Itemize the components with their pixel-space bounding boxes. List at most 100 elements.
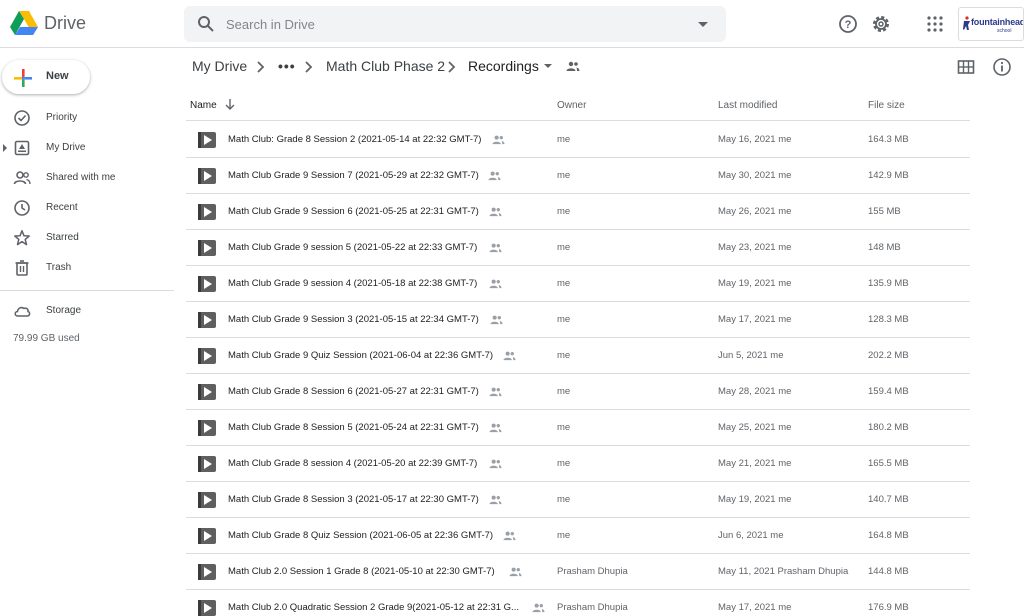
file-name[interactable]: Math Club Grade 8 Quiz Session (2021-06-…	[228, 530, 493, 541]
file-owner: me	[557, 206, 571, 217]
sidebar-item-label: My Drive	[46, 142, 86, 153]
file-name[interactable]: Math Club Grade 9 Quiz Session (2021-06-…	[228, 350, 493, 361]
table-row[interactable]: Math Club: Grade 8 Session 2 (2021-05-14…	[186, 122, 970, 158]
search-bar[interactable]	[184, 6, 726, 42]
file-name[interactable]: Math Club Grade 8 session 4 (2021-05-20 …	[228, 458, 477, 469]
file-owner: me	[557, 278, 571, 289]
my-drive-icon	[14, 140, 30, 156]
sidebar: New Priority My Drive Shared with me Rec…	[0, 48, 184, 616]
video-file-icon	[198, 240, 216, 256]
chevron-right-icon	[257, 61, 265, 73]
column-header-last-modified[interactable]: Last modified	[718, 100, 777, 111]
expand-arrow-icon[interactable]	[3, 144, 7, 152]
table-row[interactable]: Math Club Grade 8 Session 3 (2021-05-17 …	[186, 482, 970, 518]
settings-icon[interactable]	[871, 14, 891, 34]
file-name[interactable]: Math Club Grade 9 Session 6 (2021-05-25 …	[228, 206, 479, 217]
table-row[interactable]: Math Club Grade 9 session 4 (2021-05-18 …	[186, 266, 970, 302]
shared-people-icon	[503, 351, 516, 361]
new-button[interactable]: New	[2, 60, 90, 94]
file-last-modified: May 25, 2021 me	[718, 422, 792, 433]
table-row[interactable]: Math Club Grade 8 session 4 (2021-05-20 …	[186, 446, 970, 482]
file-size: 202.2 MB	[868, 350, 909, 361]
file-name[interactable]: Math Club Grade 8 Session 5 (2021-05-24 …	[228, 422, 479, 433]
folder-menu-dropdown-icon[interactable]	[544, 64, 552, 68]
search-input[interactable]	[226, 14, 666, 34]
info-icon[interactable]	[992, 57, 1012, 77]
file-name[interactable]: Math Club 2.0 Session 1 Grade 8 (2021-05…	[228, 566, 495, 577]
file-size: 159.4 MB	[868, 386, 909, 397]
breadcrumb-math-club-phase-2[interactable]: Math Club Phase 2	[326, 58, 445, 74]
video-file-icon	[198, 564, 216, 580]
file-owner: Prasham Dhupia	[557, 602, 628, 613]
file-size: 140.7 MB	[868, 494, 909, 505]
shared-people-icon	[489, 207, 502, 217]
breadcrumb-more-button[interactable]: •••	[278, 58, 296, 74]
table-row[interactable]: Math Club Grade 8 Session 6 (2021-05-27 …	[186, 374, 970, 410]
sidebar-item-starred[interactable]: Starred	[0, 225, 174, 251]
sidebar-item-recent[interactable]: Recent	[0, 195, 174, 221]
table-row[interactable]: Math Club Grade 9 Quiz Session (2021-06-…	[186, 338, 970, 374]
table-row[interactable]: Math Club Grade 8 Quiz Session (2021-06-…	[186, 518, 970, 554]
app-brand[interactable]: Drive	[44, 13, 86, 34]
sidebar-item-label: Priority	[46, 112, 78, 123]
video-file-icon	[198, 312, 216, 328]
shared-people-icon	[489, 243, 502, 253]
column-header-owner[interactable]: Owner	[557, 100, 586, 111]
video-file-icon	[198, 204, 216, 220]
file-last-modified: Jun 6, 2021 me	[718, 530, 784, 541]
file-name[interactable]: Math Club Grade 9 Session 3 (2021-05-15 …	[228, 314, 479, 325]
org-subname: school	[997, 28, 1012, 34]
breadcrumb-my-drive[interactable]: My Drive	[192, 58, 247, 74]
file-size: 148 MB	[868, 242, 901, 253]
file-name[interactable]: Math Club Grade 9 session 4 (2021-05-18 …	[228, 278, 477, 289]
sidebar-item-label: Starred	[46, 232, 79, 243]
help-icon[interactable]: ?	[838, 14, 858, 34]
shared-people-icon	[492, 135, 505, 145]
shared-people-icon	[488, 171, 501, 181]
file-last-modified: May 26, 2021 me	[718, 206, 792, 217]
drive-logo-icon[interactable]	[10, 10, 38, 36]
sidebar-item-priority[interactable]: Priority	[0, 105, 174, 131]
sidebar-item-trash[interactable]: Trash	[0, 255, 174, 281]
chevron-right-icon	[305, 61, 313, 73]
column-header-file-size[interactable]: File size	[868, 100, 905, 111]
sidebar-item-label: Recent	[46, 202, 78, 213]
column-header-name[interactable]: Name	[190, 100, 217, 111]
sidebar-item-label: Storage	[46, 305, 82, 316]
file-name[interactable]: Math Club Grade 8 Session 3 (2021-05-17 …	[228, 494, 479, 505]
breadcrumb-recordings[interactable]: Recordings	[468, 58, 539, 74]
file-name[interactable]: Math Club: Grade 8 Session 2 (2021-05-14…	[228, 134, 481, 145]
file-name[interactable]: Math Club Grade 8 Session 6 (2021-05-27 …	[228, 386, 479, 397]
table-row[interactable]: Math Club 2.0 Session 1 Grade 8 (2021-05…	[186, 554, 970, 590]
file-name[interactable]: Math Club Grade 9 Session 7 (2021-05-29 …	[228, 170, 479, 181]
table-row[interactable]: Math Club 2.0 Quadratic Session 2 Grade …	[186, 590, 970, 616]
video-file-icon	[198, 600, 216, 616]
file-owner: me	[557, 494, 571, 505]
sort-arrow-down-icon[interactable]	[224, 98, 236, 110]
shared-people-icon	[489, 387, 502, 397]
sidebar-item-my-drive[interactable]: My Drive	[0, 135, 174, 161]
sidebar-item-shared-with-me[interactable]: Shared with me	[0, 165, 174, 191]
table-row[interactable]: Math Club Grade 8 Session 5 (2021-05-24 …	[186, 410, 970, 446]
organization-logo[interactable]: fountainhead school	[958, 7, 1024, 41]
sidebar-item-storage[interactable]: Storage	[0, 298, 174, 324]
file-size: 164.3 MB	[868, 134, 909, 145]
shared-people-icon	[489, 423, 502, 433]
file-name[interactable]: Math Club Grade 9 session 5 (2021-05-22 …	[228, 242, 477, 253]
search-options-icon[interactable]	[698, 22, 708, 27]
grid-view-icon[interactable]	[956, 57, 976, 77]
shared-people-icon	[503, 531, 516, 541]
apps-grid-icon[interactable]	[925, 14, 945, 34]
table-row[interactable]: Math Club Grade 9 Session 7 (2021-05-29 …	[186, 158, 970, 194]
table-row[interactable]: Math Club Grade 9 Session 6 (2021-05-25 …	[186, 194, 970, 230]
star-icon	[14, 230, 30, 246]
file-size: 155 MB	[868, 206, 901, 217]
table-row[interactable]: Math Club Grade 9 session 5 (2021-05-22 …	[186, 230, 970, 266]
file-owner: me	[557, 170, 571, 181]
file-last-modified: May 17, 2021 me	[718, 602, 792, 613]
file-name[interactable]: Math Club 2.0 Quadratic Session 2 Grade …	[228, 602, 519, 613]
file-size: 176.9 MB	[868, 602, 909, 613]
storage-used: 79.99 GB used	[13, 333, 80, 344]
table-row[interactable]: Math Club Grade 9 Session 3 (2021-05-15 …	[186, 302, 970, 338]
search-icon[interactable]	[197, 15, 215, 33]
